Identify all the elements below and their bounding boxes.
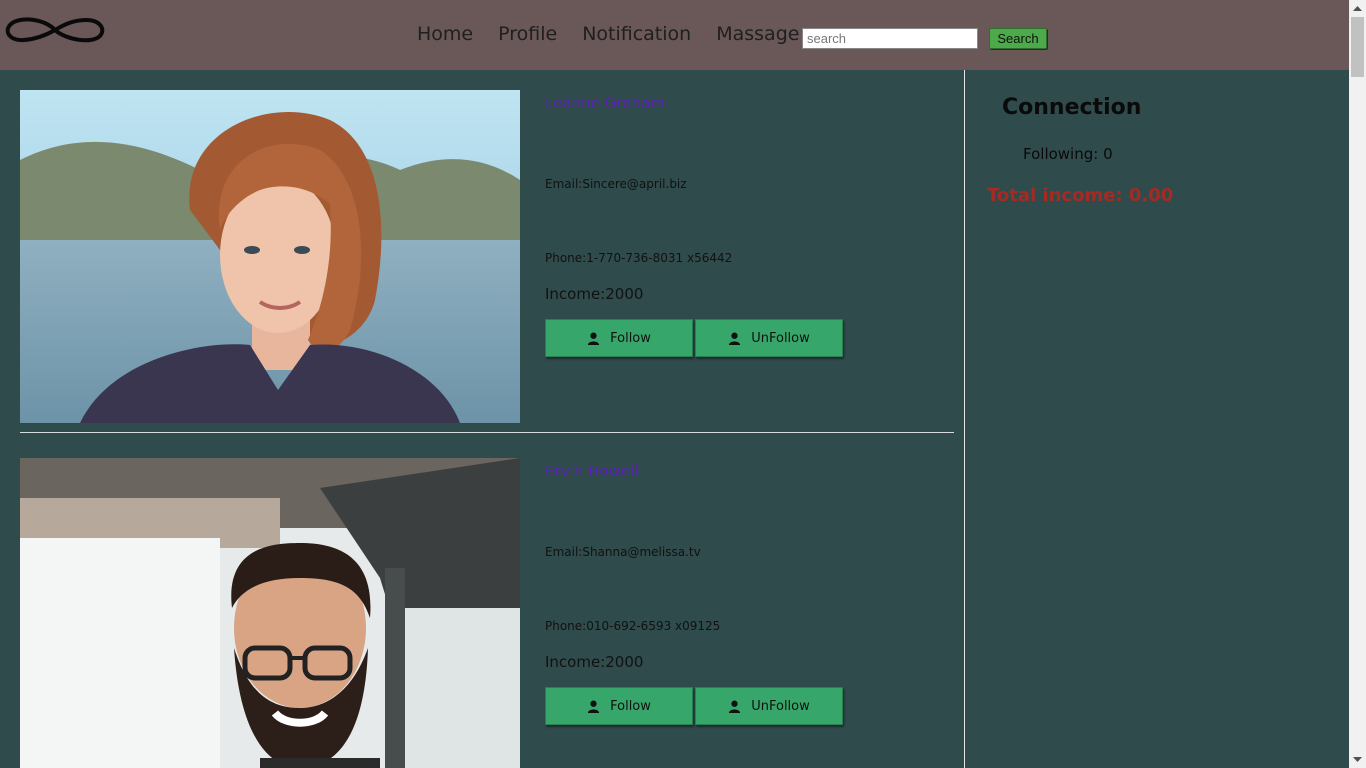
user-email: Email:Shanna@melissa.tv	[545, 545, 701, 559]
user-icon	[729, 332, 741, 345]
search-button[interactable]: Search	[989, 28, 1047, 49]
user-phone: Phone:1-770-736-8031 x56442	[545, 251, 733, 265]
search-input[interactable]	[802, 28, 978, 49]
user-name[interactable]: Leanne Graham	[545, 94, 665, 112]
nav-notification[interactable]: Notification	[582, 23, 691, 45]
user-name[interactable]: Ervin Howell	[545, 462, 638, 480]
unfollow-label: UnFollow	[751, 698, 810, 714]
total-income: Total income: 0.00	[987, 185, 1174, 206]
follow-label: Follow	[610, 698, 651, 714]
user-feed: Leanne Graham Email:Sincere@april.biz Ph…	[0, 70, 964, 768]
nav-massage[interactable]: Massage	[716, 23, 799, 45]
user-icon	[588, 332, 600, 345]
follow-button[interactable]: Follow	[545, 687, 693, 725]
sidebar-divider	[964, 70, 965, 768]
user-card: Ervin Howell Email:Shanna@melissa.tv Pho…	[20, 458, 954, 768]
top-navbar: Home Profile Notification Massage Search	[0, 0, 1349, 70]
main-nav: Home Profile Notification Massage	[417, 23, 824, 45]
unfollow-button[interactable]: UnFollow	[695, 319, 843, 357]
user-card: Leanne Graham Email:Sincere@april.biz Ph…	[20, 90, 954, 430]
follow-actions: Follow UnFollow	[545, 687, 843, 725]
user-email: Email:Sincere@april.biz	[545, 177, 687, 191]
follow-button[interactable]: Follow	[545, 319, 693, 357]
user-icon	[588, 700, 600, 713]
scroll-up-icon[interactable]	[1349, 0, 1366, 17]
user-phone: Phone:010-692-6593 x09125	[545, 619, 721, 633]
unfollow-label: UnFollow	[751, 330, 810, 346]
sidebar-title: Connection	[1002, 95, 1142, 120]
follow-label: Follow	[610, 330, 651, 346]
nav-profile[interactable]: Profile	[498, 23, 557, 45]
card-divider	[20, 432, 954, 433]
user-icon	[729, 700, 741, 713]
user-income: Income:2000	[545, 653, 644, 671]
user-photo	[20, 458, 520, 768]
user-income: Income:2000	[545, 285, 644, 303]
follow-actions: Follow UnFollow	[545, 319, 843, 357]
user-photo	[20, 90, 520, 423]
following-count: Following: 0	[1023, 145, 1113, 163]
infinity-icon[interactable]	[4, 16, 106, 44]
nav-home[interactable]: Home	[417, 23, 473, 45]
page-scrollbar[interactable]	[1349, 0, 1366, 768]
scroll-down-icon[interactable]	[1349, 751, 1366, 768]
scrollbar-thumb[interactable]	[1351, 17, 1364, 77]
unfollow-button[interactable]: UnFollow	[695, 687, 843, 725]
